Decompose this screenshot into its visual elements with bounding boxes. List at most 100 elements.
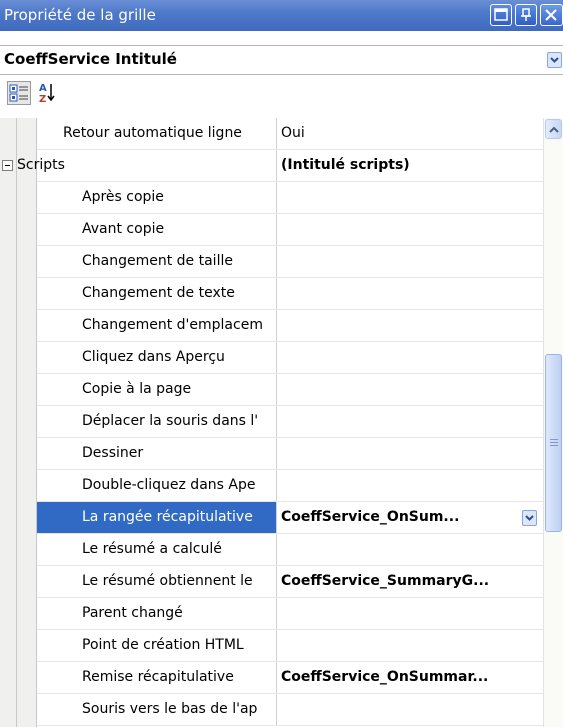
property-value[interactable]: CoeffService_OnSummar... <box>277 662 543 693</box>
property-value[interactable]: Oui <box>277 118 543 149</box>
property-value[interactable] <box>277 438 543 469</box>
property-row[interactable]: Parent changé <box>37 598 543 630</box>
chevron-up-icon <box>549 126 559 133</box>
property-row[interactable]: Retour automatique ligne Oui <box>37 118 543 150</box>
property-name: Double-cliquez dans Ape <box>82 477 256 493</box>
property-name-cell[interactable]: Changement de texte <box>37 278 277 309</box>
property-row[interactable]: Cliquez dans Aperçu <box>37 342 543 374</box>
property-name: Souris vers le bas de l'ap <box>82 701 258 717</box>
property-value[interactable] <box>277 342 543 373</box>
toolbar: A Z <box>0 78 563 108</box>
property-row[interactable]: Changement d'emplacem <box>37 310 543 342</box>
sort-az-icon: A Z <box>39 83 55 105</box>
property-row[interactable]: Dessiner <box>37 438 543 470</box>
property-name: Changement d'emplacem <box>82 317 263 333</box>
property-value[interactable] <box>277 630 543 661</box>
property-name: Déplacer la souris dans l' <box>82 413 259 429</box>
property-name-cell[interactable]: Retour automatique ligne <box>37 118 277 149</box>
property-row[interactable]: La rangée récapitulative CoeffService_OnS… <box>37 502 543 534</box>
property-name-cell[interactable]: Remise récapitulative <box>37 662 277 693</box>
categorized-button[interactable] <box>7 81 31 105</box>
property-row[interactable]: Remise récapitulative CoeffService_OnSumm… <box>37 662 543 694</box>
property-value[interactable]: (Intitulé scripts) <box>277 150 543 181</box>
pin-button[interactable] <box>515 4 537 26</box>
alphabetical-button[interactable]: A Z <box>36 81 60 105</box>
property-name: Remise récapitulative <box>82 669 234 685</box>
property-value[interactable] <box>277 534 543 565</box>
property-row[interactable]: Souris vers le bas de l'ap <box>37 694 543 726</box>
property-name: Parent changé <box>82 605 183 621</box>
title-bar: Propriété de la grille <box>0 0 563 31</box>
float-window-button[interactable] <box>490 4 512 26</box>
property-name-cell[interactable]: Le résumé a calculé <box>37 534 277 565</box>
property-row[interactable]: Copie à la page <box>37 374 543 406</box>
property-name-cell[interactable]: Scripts <box>0 150 277 181</box>
value-dropdown-button[interactable] <box>522 510 537 526</box>
property-value[interactable]: CoeffService_OnSum... <box>277 502 543 533</box>
scroll-up-button[interactable] <box>545 119 562 139</box>
property-name-cell[interactable]: Déplacer la souris dans l' <box>37 406 277 437</box>
property-name-cell[interactable]: Cliquez dans Aperçu <box>37 342 277 373</box>
chevron-down-icon <box>550 57 559 63</box>
property-value[interactable] <box>277 470 543 501</box>
categorized-icon <box>9 84 28 102</box>
pin-icon <box>521 8 531 21</box>
property-value[interactable] <box>277 694 543 725</box>
property-name-cell[interactable]: Souris vers le bas de l'ap <box>37 694 277 725</box>
property-row[interactable]: Double-cliquez dans Ape <box>37 470 543 502</box>
property-name-cell[interactable]: Le résumé obtiennent le <box>37 566 277 597</box>
svg-text:A: A <box>39 83 47 94</box>
property-name: Copie à la page <box>82 381 192 397</box>
property-value[interactable] <box>277 214 543 245</box>
property-name-cell[interactable]: Copie à la page <box>37 374 277 405</box>
property-name-cell[interactable]: Changement de taille <box>37 246 277 277</box>
property-name-cell[interactable]: Double-cliquez dans Ape <box>37 470 277 501</box>
object-selector-dropdown[interactable] <box>547 52 562 68</box>
property-name-cell[interactable]: La rangée récapitulative <box>37 502 277 533</box>
property-row[interactable]: Changement de texte <box>37 278 543 310</box>
property-rows: Retour automatique ligne Oui Scripts (Intit… <box>2 118 543 726</box>
property-name-cell[interactable]: Avant copie <box>37 214 277 245</box>
close-button[interactable] <box>540 4 563 26</box>
property-name: Dessiner <box>82 445 144 461</box>
property-name-cell[interactable]: Dessiner <box>37 438 277 469</box>
property-row[interactable]: Déplacer la souris dans l' <box>37 406 543 438</box>
property-row[interactable]: Point de création HTML <box>37 630 543 662</box>
property-row[interactable]: Changement de taille <box>37 246 543 278</box>
close-icon <box>545 9 557 21</box>
property-value[interactable]: CoeffService_SummaryG... <box>277 566 543 597</box>
property-grid: Retour automatique ligne Oui Scripts (Intit… <box>0 118 543 727</box>
property-name-cell[interactable]: Après copie <box>37 182 277 213</box>
property-name: Le résumé obtiennent le <box>82 573 253 589</box>
property-row[interactable]: Le résumé obtiennent le CoeffService_Summ… <box>37 566 543 598</box>
property-name-cell[interactable]: Changement d'emplacem <box>37 310 277 341</box>
property-name-cell[interactable]: Point de création HTML <box>37 630 277 661</box>
category-row[interactable]: Scripts (Intitulé scripts) <box>2 150 543 182</box>
object-selector-value: CoeffService Intitulé <box>4 50 177 68</box>
property-name: Avant copie <box>82 221 165 237</box>
property-value[interactable] <box>277 278 543 309</box>
property-row[interactable]: Après copie <box>37 182 543 214</box>
property-name: Après copie <box>82 189 164 205</box>
property-row[interactable]: Avant copie <box>37 214 543 246</box>
property-name: Retour automatique ligne <box>63 125 242 141</box>
property-name: Changement de taille <box>82 253 233 269</box>
chevron-down-icon <box>525 515 534 521</box>
property-value[interactable] <box>277 310 543 341</box>
property-name: Le résumé a calculé <box>82 541 222 557</box>
svg-text:Z: Z <box>39 94 46 105</box>
collapse-icon[interactable] <box>2 160 13 171</box>
property-value[interactable] <box>277 406 543 437</box>
property-name-cell[interactable]: Parent changé <box>37 598 277 629</box>
object-selector[interactable]: CoeffService Intitulé <box>0 45 563 75</box>
property-value[interactable] <box>277 246 543 277</box>
property-name: Scripts <box>17 157 65 173</box>
window-title: Propriété de la grille <box>4 6 156 24</box>
property-value[interactable] <box>277 374 543 405</box>
property-value[interactable] <box>277 182 543 213</box>
property-value[interactable] <box>277 598 543 629</box>
scroll-thumb[interactable] <box>545 354 562 532</box>
property-row[interactable]: Le résumé a calculé <box>37 534 543 566</box>
property-name: Point de création HTML <box>82 637 244 653</box>
vertical-scrollbar[interactable] <box>543 118 563 727</box>
